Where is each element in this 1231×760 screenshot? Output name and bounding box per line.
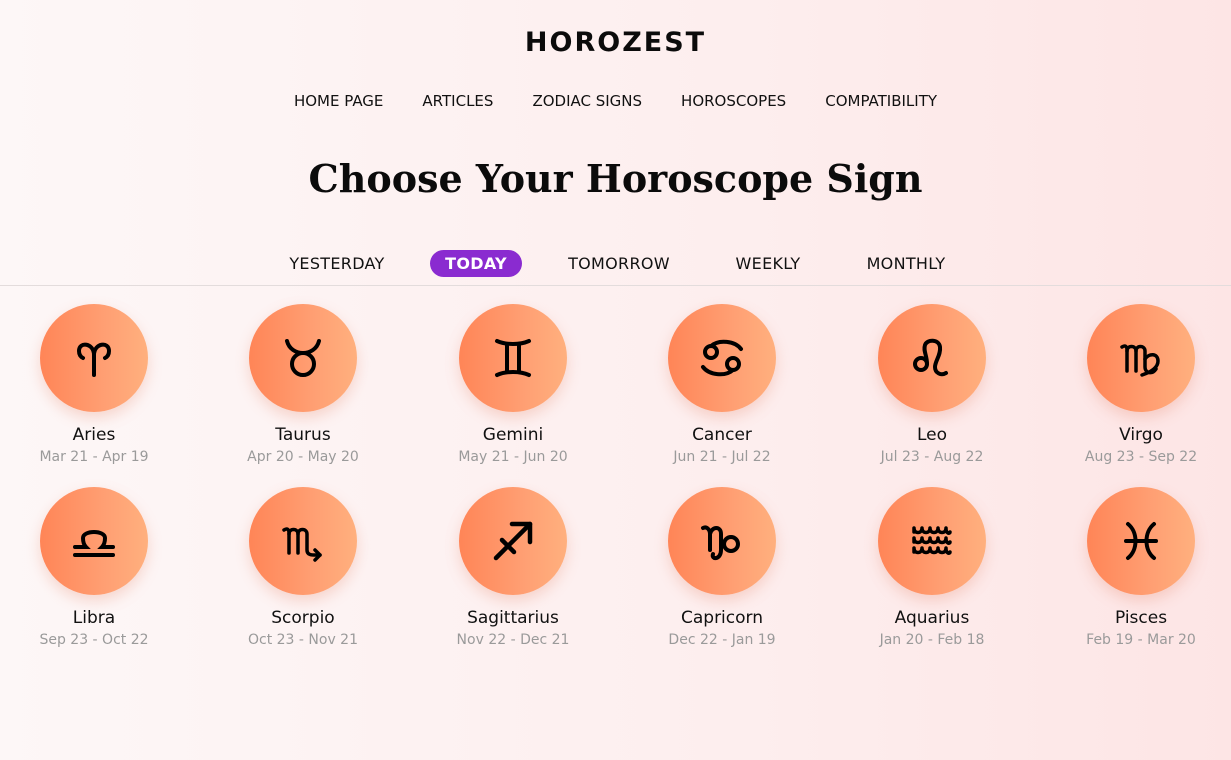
sign-card-taurus[interactable]: Taurus Apr 20 - May 20 bbox=[233, 304, 373, 466]
sign-name: Cancer bbox=[692, 425, 752, 445]
sign-name: Pisces bbox=[1114, 608, 1168, 628]
sign-circle[interactable] bbox=[40, 487, 148, 595]
sagittarius-icon bbox=[493, 521, 533, 561]
sign-circle[interactable] bbox=[459, 304, 567, 412]
sign-card-sagittarius[interactable]: Sagittarius Nov 22 - Dec 21 bbox=[443, 487, 583, 649]
sign-card-cancer[interactable]: Cancer Jun 21 - Jul 22 bbox=[652, 304, 792, 466]
cancer-icon bbox=[701, 339, 743, 377]
sign-name: Scorpio bbox=[271, 608, 335, 628]
sign-dates: Aug 23 - Sep 22 bbox=[1084, 449, 1198, 465]
nav-home-page[interactable]: HOME PAGE bbox=[294, 92, 383, 110]
sign-name: Libra bbox=[72, 608, 116, 628]
sign-name: Leo bbox=[916, 425, 948, 445]
sign-circle[interactable] bbox=[1087, 487, 1195, 595]
pisces-icon bbox=[1124, 522, 1158, 560]
sign-card-virgo[interactable]: Virgo Aug 23 - Sep 22 bbox=[1071, 304, 1211, 466]
sign-circle[interactable] bbox=[40, 304, 148, 412]
sign-dates: Dec 22 - Jan 19 bbox=[668, 632, 776, 648]
sign-name: Capricorn bbox=[680, 608, 763, 628]
sign-name: Virgo bbox=[1119, 425, 1163, 445]
tab-tomorrow[interactable]: TOMORROW bbox=[558, 250, 680, 277]
site-logo[interactable]: HOROZEST bbox=[0, 28, 1231, 58]
sign-circle[interactable] bbox=[1087, 304, 1195, 412]
sign-card-aquarius[interactable]: Aquarius Jan 20 - Feb 18 bbox=[862, 487, 1002, 649]
sign-name: Gemini bbox=[482, 425, 544, 445]
nav-horoscopes[interactable]: HOROSCOPES bbox=[681, 92, 786, 110]
taurus-icon bbox=[285, 339, 321, 377]
sign-circle[interactable] bbox=[249, 304, 357, 412]
sign-card-leo[interactable]: Leo Jul 23 - Aug 22 bbox=[862, 304, 1002, 466]
tab-weekly[interactable]: WEEKLY bbox=[722, 250, 814, 277]
nav-zodiac-signs[interactable]: ZODIAC SIGNS bbox=[532, 92, 642, 110]
sign-dates: Oct 23 - Nov 21 bbox=[247, 632, 358, 648]
tabs-divider bbox=[0, 285, 1231, 286]
page-title: Choose Your Horoscope Sign bbox=[308, 156, 923, 201]
sign-dates: Mar 21 - Apr 19 bbox=[39, 449, 149, 465]
sign-card-aries[interactable]: Aries Mar 21 - Apr 19 bbox=[24, 304, 164, 466]
sign-name: Aries bbox=[72, 425, 116, 445]
tab-today[interactable]: TODAY bbox=[430, 250, 522, 277]
sign-name: Sagittarius bbox=[467, 608, 559, 628]
sign-circle[interactable] bbox=[878, 304, 986, 412]
sign-dates: May 21 - Jun 20 bbox=[458, 449, 568, 465]
tab-monthly[interactable]: MONTHLY bbox=[855, 250, 957, 277]
sign-dates: Sep 23 - Oct 22 bbox=[39, 632, 149, 648]
period-tabs: YESTERDAY TODAY TOMORROW WEEKLY MONTHLY bbox=[0, 250, 1231, 277]
sign-circle[interactable] bbox=[249, 487, 357, 595]
gemini-icon bbox=[495, 339, 531, 377]
virgo-icon bbox=[1120, 344, 1160, 377]
sign-circle[interactable] bbox=[668, 487, 776, 595]
sign-dates: Apr 20 - May 20 bbox=[247, 449, 359, 465]
sign-card-pisces[interactable]: Pisces Feb 19 - Mar 20 bbox=[1071, 487, 1211, 649]
sign-dates: Nov 22 - Dec 21 bbox=[456, 632, 570, 648]
sign-circle[interactable] bbox=[459, 487, 567, 595]
sign-dates: Jun 21 - Jul 22 bbox=[673, 449, 771, 465]
sign-card-capricorn[interactable]: Capricorn Dec 22 - Jan 19 bbox=[652, 487, 792, 649]
libra-icon bbox=[73, 530, 115, 557]
tab-yesterday[interactable]: YESTERDAY bbox=[278, 250, 396, 277]
main-nav: HOME PAGE ARTICLES ZODIAC SIGNS HOROSCOP… bbox=[0, 92, 1231, 110]
aquarius-icon bbox=[912, 526, 952, 555]
sign-dates: Feb 19 - Mar 20 bbox=[1086, 632, 1196, 648]
sign-card-libra[interactable]: Libra Sep 23 - Oct 22 bbox=[24, 487, 164, 649]
sign-card-gemini[interactable]: Gemini May 21 - Jun 20 bbox=[443, 304, 583, 466]
sign-dates: Jan 20 - Feb 18 bbox=[879, 632, 985, 648]
scorpio-icon bbox=[282, 527, 322, 562]
sign-dates: Jul 23 - Aug 22 bbox=[880, 449, 984, 465]
sign-circle[interactable] bbox=[878, 487, 986, 595]
leo-icon bbox=[913, 338, 948, 377]
aries-icon bbox=[76, 342, 112, 377]
sign-name: Taurus bbox=[275, 425, 331, 445]
sign-card-scorpio[interactable]: Scorpio Oct 23 - Nov 21 bbox=[233, 487, 373, 649]
sign-circle[interactable] bbox=[668, 304, 776, 412]
capricorn-icon bbox=[701, 525, 740, 561]
nav-articles[interactable]: ARTICLES bbox=[422, 92, 493, 110]
nav-compatibility[interactable]: COMPATIBILITY bbox=[825, 92, 937, 110]
sign-name: Aquarius bbox=[894, 608, 970, 628]
